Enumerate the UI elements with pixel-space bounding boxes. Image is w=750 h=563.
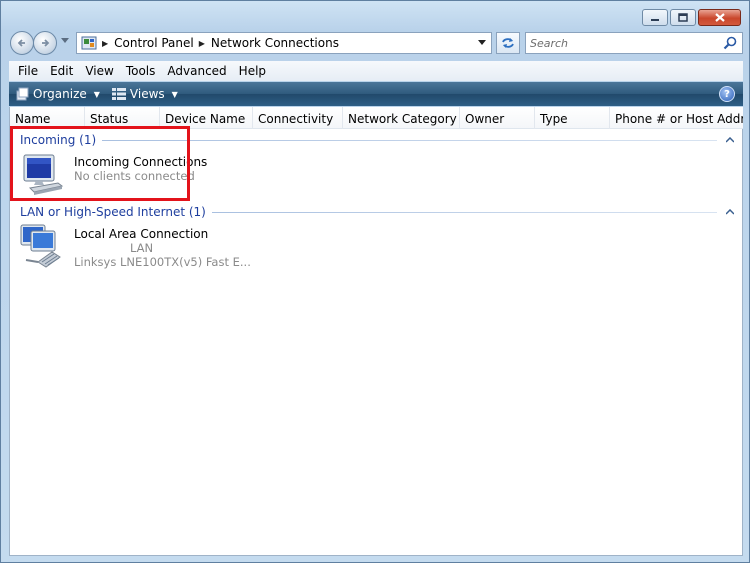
forward-button[interactable] [33, 31, 57, 55]
breadcrumb-control-panel[interactable]: Control Panel [114, 36, 194, 50]
help-icon: ? [724, 88, 730, 100]
search-input[interactable] [530, 34, 720, 52]
organize-chevron-down-icon: ▼ [93, 89, 100, 99]
views-label: Views [129, 87, 165, 101]
back-button[interactable] [10, 31, 34, 55]
control-panel-icon [81, 36, 97, 50]
navigation-bar: ▶ Control Panel ▶ Network Connections [9, 30, 743, 56]
column-header-network-category[interactable]: Network Category [343, 107, 460, 129]
window-caption-buttons [642, 9, 741, 26]
views-button[interactable]: Views ▼ [106, 87, 184, 101]
menu-advanced[interactable]: Advanced [161, 64, 232, 78]
item-name: Local Area Connection [74, 227, 209, 241]
group-header-lan[interactable]: LAN or High-Speed Internet (1) [20, 204, 735, 220]
breadcrumb-network-connections[interactable]: Network Connections [211, 36, 339, 50]
item-device-name: Linksys LNE100TX(v5) Fast E... [74, 255, 251, 269]
back-arrow-icon [17, 39, 25, 47]
organize-icon [16, 87, 29, 101]
group-divider [211, 211, 717, 213]
minimize-icon [651, 18, 659, 21]
item-network-type: LAN [130, 241, 154, 255]
search-icon[interactable] [723, 36, 737, 50]
column-header-connectivity[interactable]: Connectivity [253, 107, 343, 129]
breadcrumb-separator: ▶ [198, 38, 205, 48]
organize-label: Organize [33, 87, 87, 101]
collapse-chevron-up-icon[interactable] [725, 207, 735, 217]
search-box[interactable] [525, 32, 743, 54]
address-bar[interactable]: ▶ Control Panel ▶ Network Connections [76, 32, 492, 54]
breadcrumb-separator: ▶ [102, 38, 109, 48]
window-frame: ▶ Control Panel ▶ Network Connections Fi… [0, 0, 750, 563]
help-button[interactable]: ? [719, 86, 735, 102]
menu-tools[interactable]: Tools [120, 64, 162, 78]
item-text: Local Area Connection LAN Linksys LNE100… [74, 227, 251, 272]
group-divider [102, 139, 717, 141]
collapse-chevron-up-icon[interactable] [725, 135, 735, 145]
address-dropdown-icon[interactable] [478, 40, 486, 46]
organize-button[interactable]: Organize ▼ [9, 87, 106, 101]
menu-edit[interactable]: Edit [44, 64, 79, 78]
list-item-local-area-connection[interactable]: Local Area Connection LAN Linksys LNE100… [18, 224, 251, 272]
group-title: LAN or High-Speed Internet (1) [20, 205, 206, 219]
maximize-icon [678, 13, 688, 22]
column-header-type[interactable]: Type [535, 107, 610, 129]
column-header-phone-host-address[interactable]: Phone # or Host Addre... [610, 107, 743, 129]
close-button[interactable] [698, 9, 741, 26]
menu-bar: File Edit View Tools Advanced Help [9, 61, 743, 81]
highlight-box [10, 126, 190, 201]
network-adapter-icon [20, 224, 61, 268]
close-icon [714, 13, 725, 22]
menu-view[interactable]: View [79, 64, 119, 78]
minimize-button[interactable] [642, 9, 668, 26]
menu-help[interactable]: Help [233, 64, 272, 78]
recent-pages-dropdown-icon[interactable] [61, 38, 69, 44]
maximize-button[interactable] [670, 9, 696, 26]
column-header-owner[interactable]: Owner [460, 107, 535, 129]
refresh-button[interactable] [496, 32, 520, 54]
refresh-icon [502, 38, 514, 48]
command-bar: Organize ▼ Views ▼ ? [9, 82, 743, 106]
forward-arrow-icon [42, 39, 50, 47]
menu-file[interactable]: File [12, 64, 44, 78]
views-chevron-down-icon: ▼ [171, 89, 178, 99]
views-icon [111, 88, 126, 100]
